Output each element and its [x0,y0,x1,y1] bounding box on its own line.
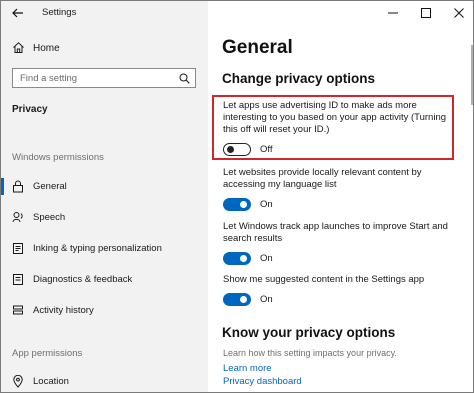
search-input[interactable] [13,69,173,87]
group-label-windows-permissions: Windows permissions [12,152,104,163]
window-controls [376,1,473,25]
back-arrow-icon [12,8,23,18]
sidebar-item-speech[interactable]: Speech [1,207,208,229]
sidebar-item-inking[interactable]: Inking & typing personalization [1,238,208,260]
language-list-toggle[interactable] [223,198,251,211]
track-app-launches-toggle[interactable] [223,252,251,265]
minimize-icon [387,12,398,14]
search-icon[interactable] [179,73,190,84]
toggle-state-label: On [260,253,273,264]
change-privacy-heading: Change privacy options [222,71,376,86]
setting-suggested-content: Show me suggested content in the Setting… [223,274,455,308]
setting-description: Let Windows track app launches to improv… [223,221,448,244]
setting-description: Let websites provide locally relevant co… [223,167,422,190]
toggle-state-label: On [260,199,273,210]
inking-icon [13,243,23,254]
privacy-dashboard-link[interactable]: Privacy dashboard [223,376,302,387]
settings-window: Settings Home Privacy Windows permission… [0,0,474,393]
section-title: Privacy [12,104,48,115]
toggle-knob [240,296,247,303]
sidebar-item-diagnostics[interactable]: Diagnostics & feedback [1,269,208,291]
group-label-app-permissions: App permissions [12,348,83,359]
selection-indicator [1,178,4,195]
toggle-row: On [223,292,455,308]
scrollbar[interactable] [471,45,473,105]
sidebar-item-label: Speech [33,212,66,223]
activity-icon [13,305,23,315]
home-icon [13,42,24,53]
sidebar: Settings Home Privacy Windows permission… [1,1,208,392]
learn-more-link[interactable]: Learn more [223,363,272,374]
sidebar-item-location[interactable]: Location [1,371,208,392]
toggle-state-label: On [260,294,273,305]
toggle-row: On [223,251,455,267]
sidebar-item-label: Home [33,43,60,54]
toggle-knob [240,201,247,208]
sidebar-item-label: Activity history [33,305,94,316]
maximize-icon [420,8,431,18]
minimize-button[interactable] [376,1,409,25]
toggle-knob [240,255,247,262]
speech-icon [12,212,23,223]
back-button[interactable] [7,3,29,23]
app-title: Settings [42,7,77,18]
diagnostics-icon [13,274,23,285]
sidebar-item-label: Inking & typing personalization [33,243,162,254]
setting-language-list: Let websites provide locally relevant co… [223,167,455,213]
sidebar-item-label: Diagnostics & feedback [33,274,133,285]
location-icon [13,375,23,388]
search-box[interactable] [12,68,196,88]
page-title: General [222,37,293,58]
lock-icon [13,180,23,193]
setting-track-app-launches: Let Windows track app launches to improv… [223,221,455,267]
title-bar: Settings [1,1,208,25]
sidebar-item-home[interactable]: Home [1,39,208,59]
suggested-content-toggle[interactable] [223,293,251,306]
setting-description: Show me suggested content in the Setting… [223,274,425,285]
sidebar-item-activity-history[interactable]: Activity history [1,300,208,322]
close-button[interactable] [442,1,473,25]
sidebar-item-general[interactable]: General [1,176,208,198]
know-privacy-description: Learn how this setting impacts your priv… [223,348,397,358]
toggle-row: On [223,197,455,213]
highlight-annotation [212,95,454,160]
close-icon [453,8,464,18]
sidebar-item-label: General [33,181,67,192]
main-content: General Change privacy options Let apps … [208,1,473,392]
know-privacy-heading: Know your privacy options [222,325,396,340]
sidebar-item-label: Location [33,376,69,387]
maximize-button[interactable] [409,1,442,25]
